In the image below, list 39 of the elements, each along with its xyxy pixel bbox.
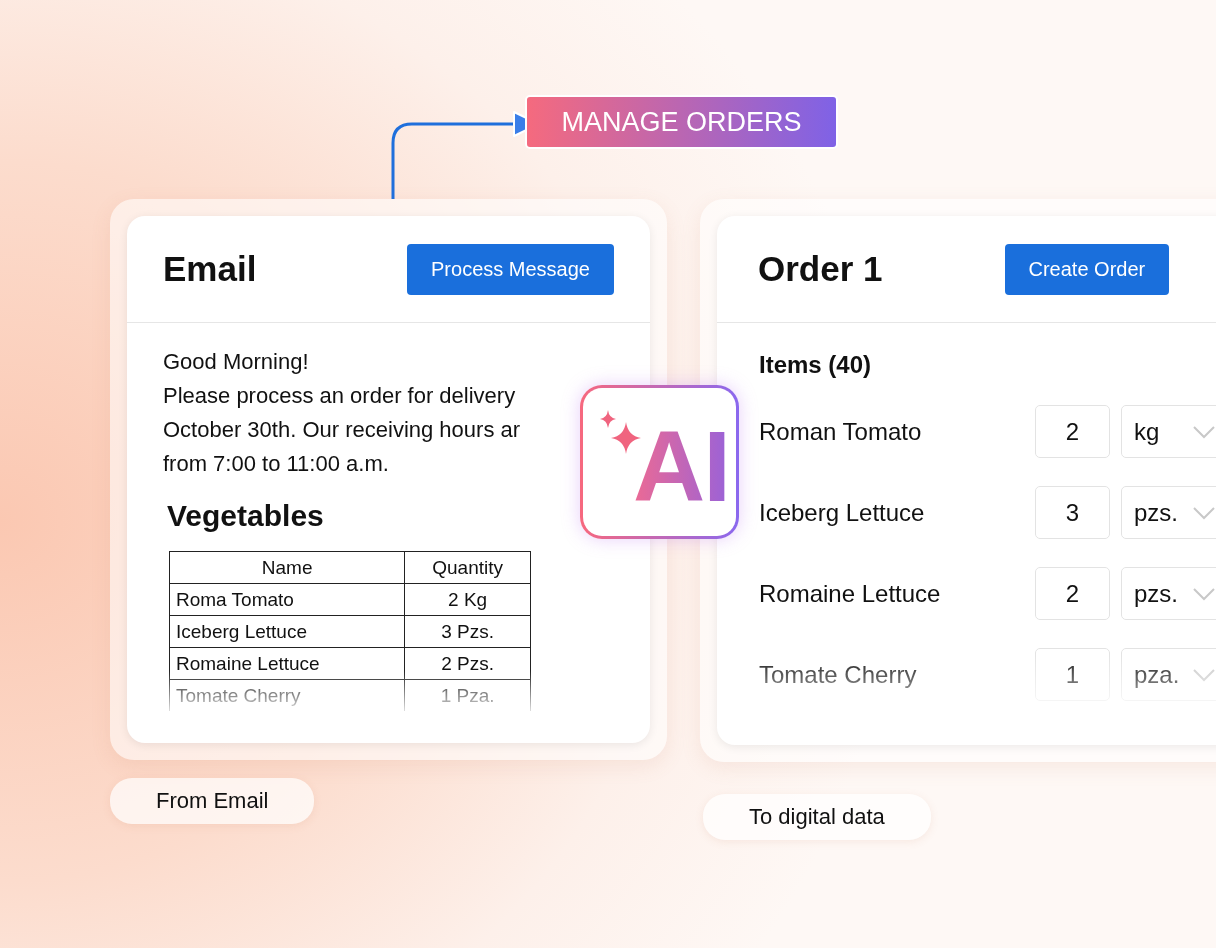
item-name: Tomate Cherry — [759, 660, 918, 689]
quantity-field[interactable]: 3 — [1035, 486, 1110, 539]
email-text-line: from 7:00 to 11:00 a.m. — [163, 450, 390, 478]
items-heading: Items (40) — [759, 351, 873, 379]
column-header: Quantity — [404, 551, 531, 584]
quantity-field[interactable]: 2 — [1035, 405, 1110, 458]
quantity-field[interactable]: 2 — [1035, 567, 1110, 620]
table-cell: 2 Kg — [404, 583, 531, 616]
ai-badge: AI — [580, 385, 739, 539]
chevron-down-icon — [1192, 424, 1216, 439]
chevron-down-icon — [1192, 505, 1216, 520]
create-order-button[interactable]: Create Order — [1004, 243, 1170, 295]
unit-dropdown[interactable]: pzs. — [1121, 486, 1216, 539]
email-text-line: Good Morning! — [163, 348, 310, 376]
table-cell: Roma Tomato — [169, 583, 405, 616]
unit-dropdown[interactable]: pzs. — [1121, 567, 1216, 620]
chevron-down-icon — [1192, 667, 1216, 682]
email-text-line: Please process an order for delivery — [163, 382, 517, 410]
caption-label: From Email — [110, 778, 315, 824]
email-title: Email — [163, 249, 257, 289]
section-heading: Vegetables — [167, 499, 325, 533]
table-cell: Iceberg Lettuce — [169, 615, 405, 648]
table-cell: Tomate Cherry — [169, 679, 405, 711]
email-text-line: October 30th. Our receiving hours ar — [163, 416, 522, 444]
manage-orders-label: MANAGE ORDERS — [525, 95, 838, 149]
item-name: Iceberg Lettuce — [759, 498, 926, 527]
unit-dropdown[interactable]: pza. — [1121, 648, 1216, 701]
chevron-down-icon — [1192, 586, 1216, 601]
process-message-button[interactable]: Process Message — [407, 243, 614, 295]
unit-dropdown[interactable]: kg — [1121, 405, 1216, 458]
caption-label: To digital data — [703, 794, 931, 840]
table-cell: 3 Pzs. — [404, 615, 531, 648]
table-cell: 2 Pzs. — [404, 647, 531, 680]
column-header: Name — [169, 551, 405, 584]
item-name: Romaine Lettuce — [759, 579, 942, 608]
order-title: Order 1 — [758, 249, 883, 289]
table-cell: Romaine Lettuce — [169, 647, 405, 680]
quantity-field[interactable]: 1 — [1035, 648, 1110, 701]
item-name: Roman Tomato — [759, 417, 923, 446]
